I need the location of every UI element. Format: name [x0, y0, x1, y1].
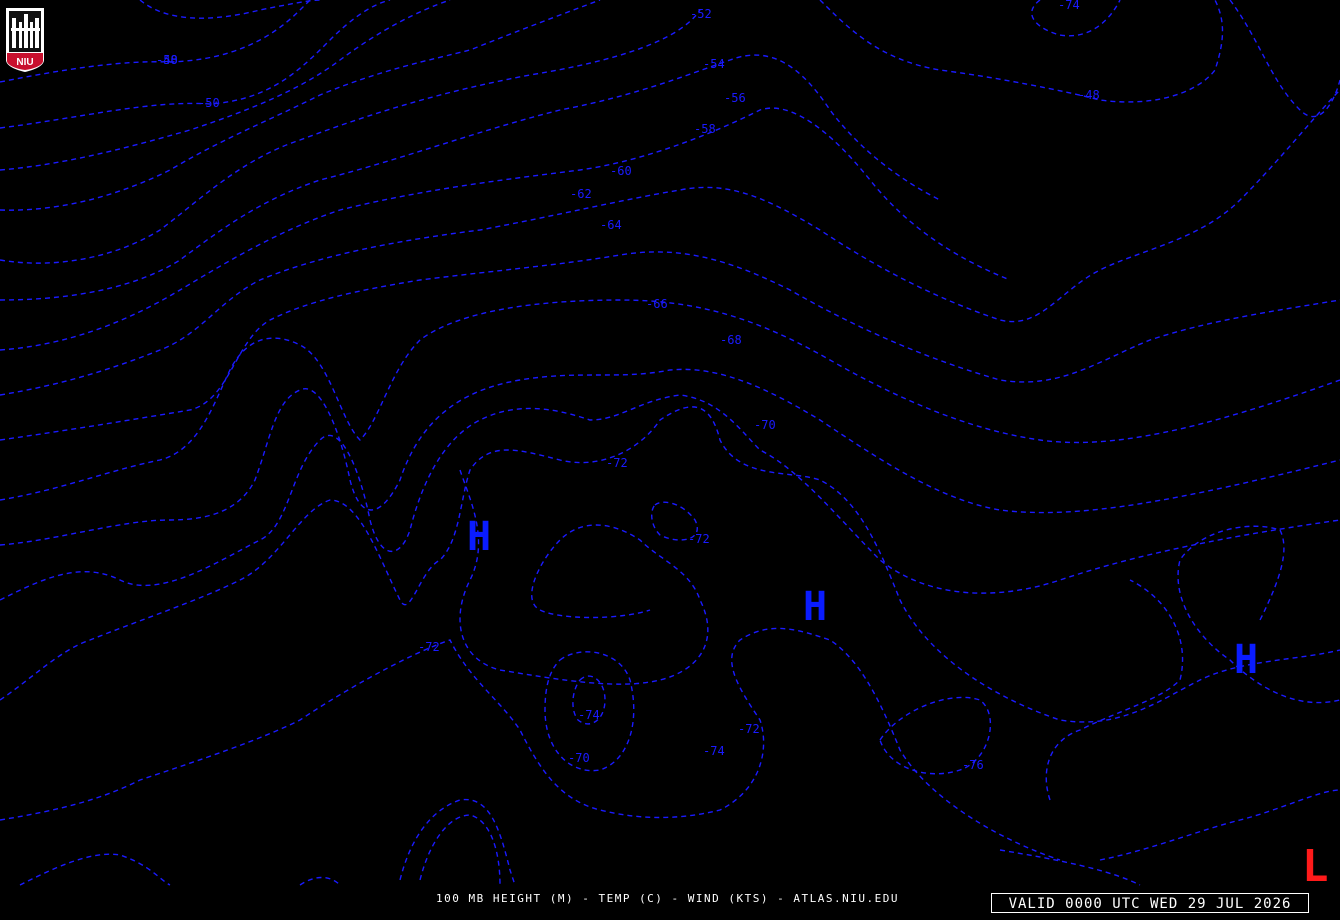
map-title: 100 MB HEIGHT (M) - TEMP (C) - WIND (KTS… — [436, 892, 899, 905]
contour-line — [0, 627, 1061, 861]
contour-label: -74 — [703, 744, 725, 758]
contour-label: -62 — [570, 187, 592, 201]
high-pressure-marker: H — [467, 514, 491, 560]
contour-label: -70 — [754, 418, 776, 432]
weather-map: -48-50-52-54-56-58-60-62-64-66-68-70-72-… — [0, 0, 1340, 892]
contour-line — [139, 0, 321, 19]
low-pressure-marker: L — [1302, 841, 1329, 892]
contour-label: -72 — [688, 532, 710, 546]
contour-line — [0, 299, 1340, 501]
logo-text: NIU — [16, 57, 33, 68]
contour-label: -48 — [1078, 88, 1100, 102]
contour-line — [0, 368, 1340, 546]
contour-line — [0, 251, 1340, 441]
contour-line — [1045, 579, 1184, 801]
contour-label: -72 — [418, 640, 440, 654]
contour-label: -66 — [646, 297, 668, 311]
contour-line — [299, 876, 341, 886]
contour-line — [399, 798, 516, 886]
contour-line — [0, 54, 941, 301]
contour-label: -74 — [1058, 0, 1080, 12]
contour-line — [0, 9, 701, 264]
niu-logo: NIU — [6, 8, 44, 72]
contour-line — [0, 0, 311, 83]
contour-label: -50 — [198, 96, 220, 110]
contour-line — [459, 469, 709, 685]
contour-line — [419, 814, 501, 886]
contour-label: -70 — [568, 751, 590, 765]
contour-label: -64 — [600, 218, 622, 232]
high-pressure-marker: H — [803, 584, 827, 630]
contour-line — [0, 107, 1011, 351]
contour-line — [0, 394, 1340, 601]
contour-line — [819, 0, 1224, 103]
contour-line — [0, 89, 1340, 396]
high-pressure-marker: H — [1234, 637, 1258, 683]
contour-labels: -48-50-52-54-56-58-60-62-64-66-68-70-72-… — [156, 0, 1100, 772]
pressure-centers: H H H L — [467, 514, 1329, 892]
contour-label: -54 — [703, 57, 725, 71]
contour-line — [0, 0, 391, 129]
contour-label: -56 — [724, 91, 746, 105]
contour-label: -72 — [738, 722, 760, 736]
contour-label: -74 — [578, 708, 600, 722]
contour-label: -50 — [156, 53, 178, 67]
contour-label: -60 — [610, 164, 632, 178]
contour-label: -72 — [606, 456, 628, 470]
temperature-contours — [0, 0, 1340, 886]
contour-label: -58 — [694, 122, 716, 136]
contour-label: -52 — [690, 7, 712, 21]
contour-line — [1229, 0, 1340, 118]
contour-line — [0, 0, 451, 171]
contour-line — [1177, 525, 1340, 704]
contour-label: -68 — [720, 333, 742, 347]
contour-label: -76 — [962, 758, 984, 772]
contour-line — [19, 853, 171, 886]
valid-time: VALID 0000 UTC WED 29 JUL 2026 — [991, 893, 1309, 913]
contour-line — [0, 406, 1340, 723]
